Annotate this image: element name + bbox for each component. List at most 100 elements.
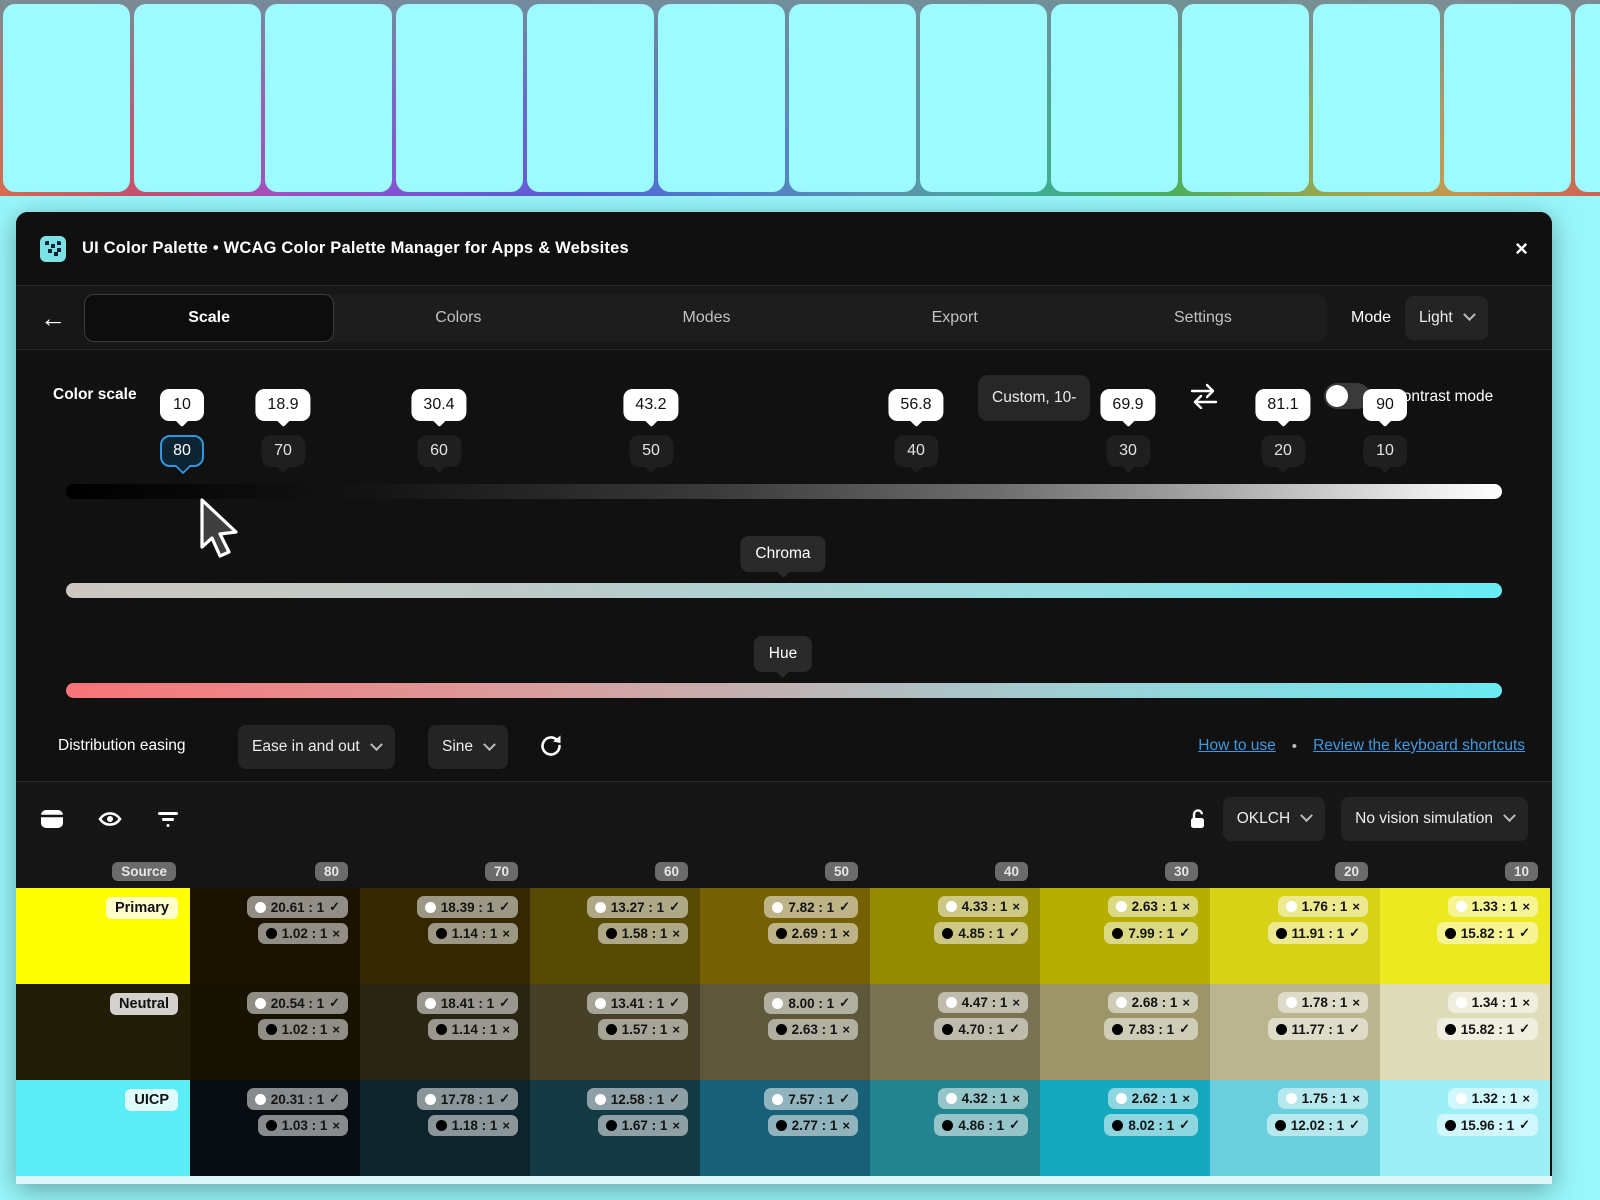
row-name: UICP — [125, 1089, 178, 1111]
pass-icon: ✓ — [1349, 925, 1360, 941]
lock-icon[interactable] — [1189, 808, 1207, 830]
contrast-ratio: 1.03 : 1 — [282, 1118, 328, 1133]
palette-view-icon[interactable] — [40, 809, 98, 829]
hue-slider[interactable] — [66, 683, 1502, 698]
black-dot-icon — [436, 928, 447, 939]
canvas-card[interactable] — [3, 4, 130, 192]
source-swatch[interactable]: UICP — [16, 1080, 190, 1176]
scale-stop-40: 56.840 — [888, 389, 943, 467]
mode-select[interactable]: Light — [1405, 296, 1488, 340]
color-space-select[interactable]: OKLCH — [1223, 797, 1325, 841]
stop-handle-70[interactable]: 70 — [261, 435, 305, 467]
chroma-slider[interactable] — [66, 583, 1502, 598]
stop-handle-20[interactable]: 20 — [1261, 435, 1305, 467]
scale-cell-80[interactable]: 20.31 : 1✓1.03 : 1× — [190, 1080, 360, 1176]
contrast-ratio: 4.32 : 1 — [962, 1091, 1008, 1106]
scale-cell-30[interactable]: 2.62 : 1×8.02 : 1✓ — [1040, 1080, 1210, 1176]
canvas-card[interactable] — [265, 4, 392, 192]
eye-icon[interactable] — [98, 810, 156, 828]
fail-icon: × — [502, 1022, 510, 1037]
curve-select[interactable]: Sine — [428, 725, 508, 769]
tab-settings[interactable]: Settings — [1079, 294, 1327, 342]
canvas-card[interactable] — [134, 4, 261, 192]
stop-handle-40[interactable]: 40 — [894, 435, 938, 467]
pass-icon: ✓ — [1519, 1117, 1530, 1133]
scale-cell-70[interactable]: 17.78 : 1✓1.18 : 1× — [360, 1080, 530, 1176]
swap-icon[interactable] — [1188, 383, 1220, 409]
contrast-ratio: 15.82 : 1 — [1461, 926, 1514, 941]
scale-cell-50[interactable]: 8.00 : 1✓2.63 : 1× — [700, 984, 870, 1080]
stop-handle-50[interactable]: 50 — [629, 435, 673, 467]
fail-icon: × — [1352, 899, 1360, 914]
contrast-ratio: 4.33 : 1 — [962, 899, 1008, 914]
window-title: UI Color Palette • WCAG Color Palette Ma… — [82, 239, 629, 258]
contrast-mode-toggle[interactable] — [1324, 383, 1370, 409]
contrast-badge-white: 2.63 : 1× — [1108, 896, 1198, 917]
easing-select[interactable]: Ease in and out — [238, 725, 395, 769]
scale-cell-80[interactable]: 20.61 : 1✓1.02 : 1× — [190, 888, 360, 984]
scale-cell-10[interactable]: 1.32 : 1×15.96 : 1✓ — [1380, 1080, 1550, 1176]
contrast-badge-black: 1.67 : 1× — [598, 1115, 688, 1136]
source-swatch[interactable]: Neutral — [16, 984, 190, 1080]
stop-handle-10[interactable]: 10 — [1363, 435, 1407, 467]
source-swatch[interactable]: Primary — [16, 888, 190, 984]
row-name: Primary — [106, 897, 178, 919]
scale-cell-40[interactable]: 4.47 : 1×4.70 : 1✓ — [870, 984, 1040, 1080]
canvas-card[interactable] — [789, 4, 916, 192]
how-to-use-link[interactable]: How to use — [1198, 737, 1276, 755]
canvas-card[interactable] — [1182, 4, 1309, 192]
back-arrow-icon[interactable]: ← — [40, 305, 84, 331]
stop-handle-30[interactable]: 30 — [1106, 435, 1150, 467]
pass-icon: ✓ — [669, 899, 680, 915]
white-dot-icon — [1116, 1093, 1127, 1104]
keyboard-shortcuts-link[interactable]: Review the keyboard shortcuts — [1313, 737, 1525, 755]
preset-select[interactable]: Custom, 10- — [978, 375, 1090, 421]
scale-cell-60[interactable]: 13.41 : 1✓1.57 : 1× — [530, 984, 700, 1080]
close-icon[interactable]: × — [1515, 238, 1528, 260]
tab-scale[interactable]: Scale — [84, 294, 334, 342]
canvas-card[interactable] — [396, 4, 523, 192]
black-dot-icon — [606, 1120, 617, 1131]
scale-cell-70[interactable]: 18.41 : 1✓1.14 : 1× — [360, 984, 530, 1080]
canvas-card[interactable] — [527, 4, 654, 192]
scale-cell-40[interactable]: 4.33 : 1×4.85 : 1✓ — [870, 888, 1040, 984]
scale-cell-20[interactable]: 1.75 : 1×12.02 : 1✓ — [1210, 1080, 1380, 1176]
tab-export[interactable]: Export — [831, 294, 1079, 342]
canvas-card[interactable] — [658, 4, 785, 192]
scale-cell-20[interactable]: 1.76 : 1×11.91 : 1✓ — [1210, 888, 1380, 984]
canvas-card[interactable] — [1575, 4, 1600, 192]
contrast-badge-black: 8.02 : 1✓ — [1104, 1114, 1198, 1136]
scale-cell-60[interactable]: 13.27 : 1 ✓ 1.58 : 1× — [530, 888, 700, 984]
scale-cell-40[interactable]: 4.32 : 1×4.86 : 1✓ — [870, 1080, 1040, 1176]
canvas-card[interactable] — [1051, 4, 1178, 192]
scale-cell-10[interactable]: 1.33 : 1×15.82 : 1✓ — [1380, 888, 1550, 984]
contrast-ratio: 7.57 : 1 — [788, 1092, 834, 1107]
tab-colors[interactable]: Colors — [334, 294, 582, 342]
scale-cell-20[interactable]: 1.78 : 1×11.77 : 1✓ — [1210, 984, 1380, 1080]
scale-cell-70[interactable]: 18.39 : 1✓1.14 : 1× — [360, 888, 530, 984]
canvas-card[interactable] — [920, 4, 1047, 192]
scale-cell-50[interactable]: 7.82 : 1✓2.69 : 1× — [700, 888, 870, 984]
contrast-badge-white: 4.47 : 1× — [938, 992, 1028, 1013]
scale-cell-30[interactable]: 2.63 : 1×7.99 : 1✓ — [1040, 888, 1210, 984]
contrast-ratio: 13.27 : 1 — [611, 900, 664, 915]
scale-cell-10[interactable]: 1.34 : 1×15.82 : 1✓ — [1380, 984, 1550, 1080]
scale-cell-30[interactable]: 2.68 : 1×7.83 : 1✓ — [1040, 984, 1210, 1080]
scale-cell-80[interactable]: 20.54 : 1✓1.02 : 1× — [190, 984, 360, 1080]
black-dot-icon — [1276, 1024, 1287, 1035]
canvas-card[interactable] — [1313, 4, 1440, 192]
contrast-badge-black: 1.58 : 1× — [598, 923, 688, 944]
pass-icon: ✓ — [329, 1091, 340, 1107]
stop-handle-60[interactable]: 60 — [417, 435, 461, 467]
scale-cell-50[interactable]: 7.57 : 1✓2.77 : 1× — [700, 1080, 870, 1176]
tab-modes[interactable]: Modes — [582, 294, 830, 342]
filter-icon[interactable] — [156, 809, 214, 829]
lightness-slider[interactable] — [66, 484, 1502, 499]
vision-simulation-select[interactable]: No vision simulation — [1341, 797, 1528, 841]
column-header-pill: 60 — [655, 862, 688, 881]
refresh-icon[interactable] — [538, 733, 564, 759]
stop-handle-80[interactable]: 80 — [160, 435, 204, 467]
scale-cell-60[interactable]: 12.58 : 1✓1.67 : 1× — [530, 1080, 700, 1176]
canvas-card[interactable] — [1444, 4, 1571, 192]
contrast-badge-black: 12.02 : 1✓ — [1267, 1114, 1368, 1136]
